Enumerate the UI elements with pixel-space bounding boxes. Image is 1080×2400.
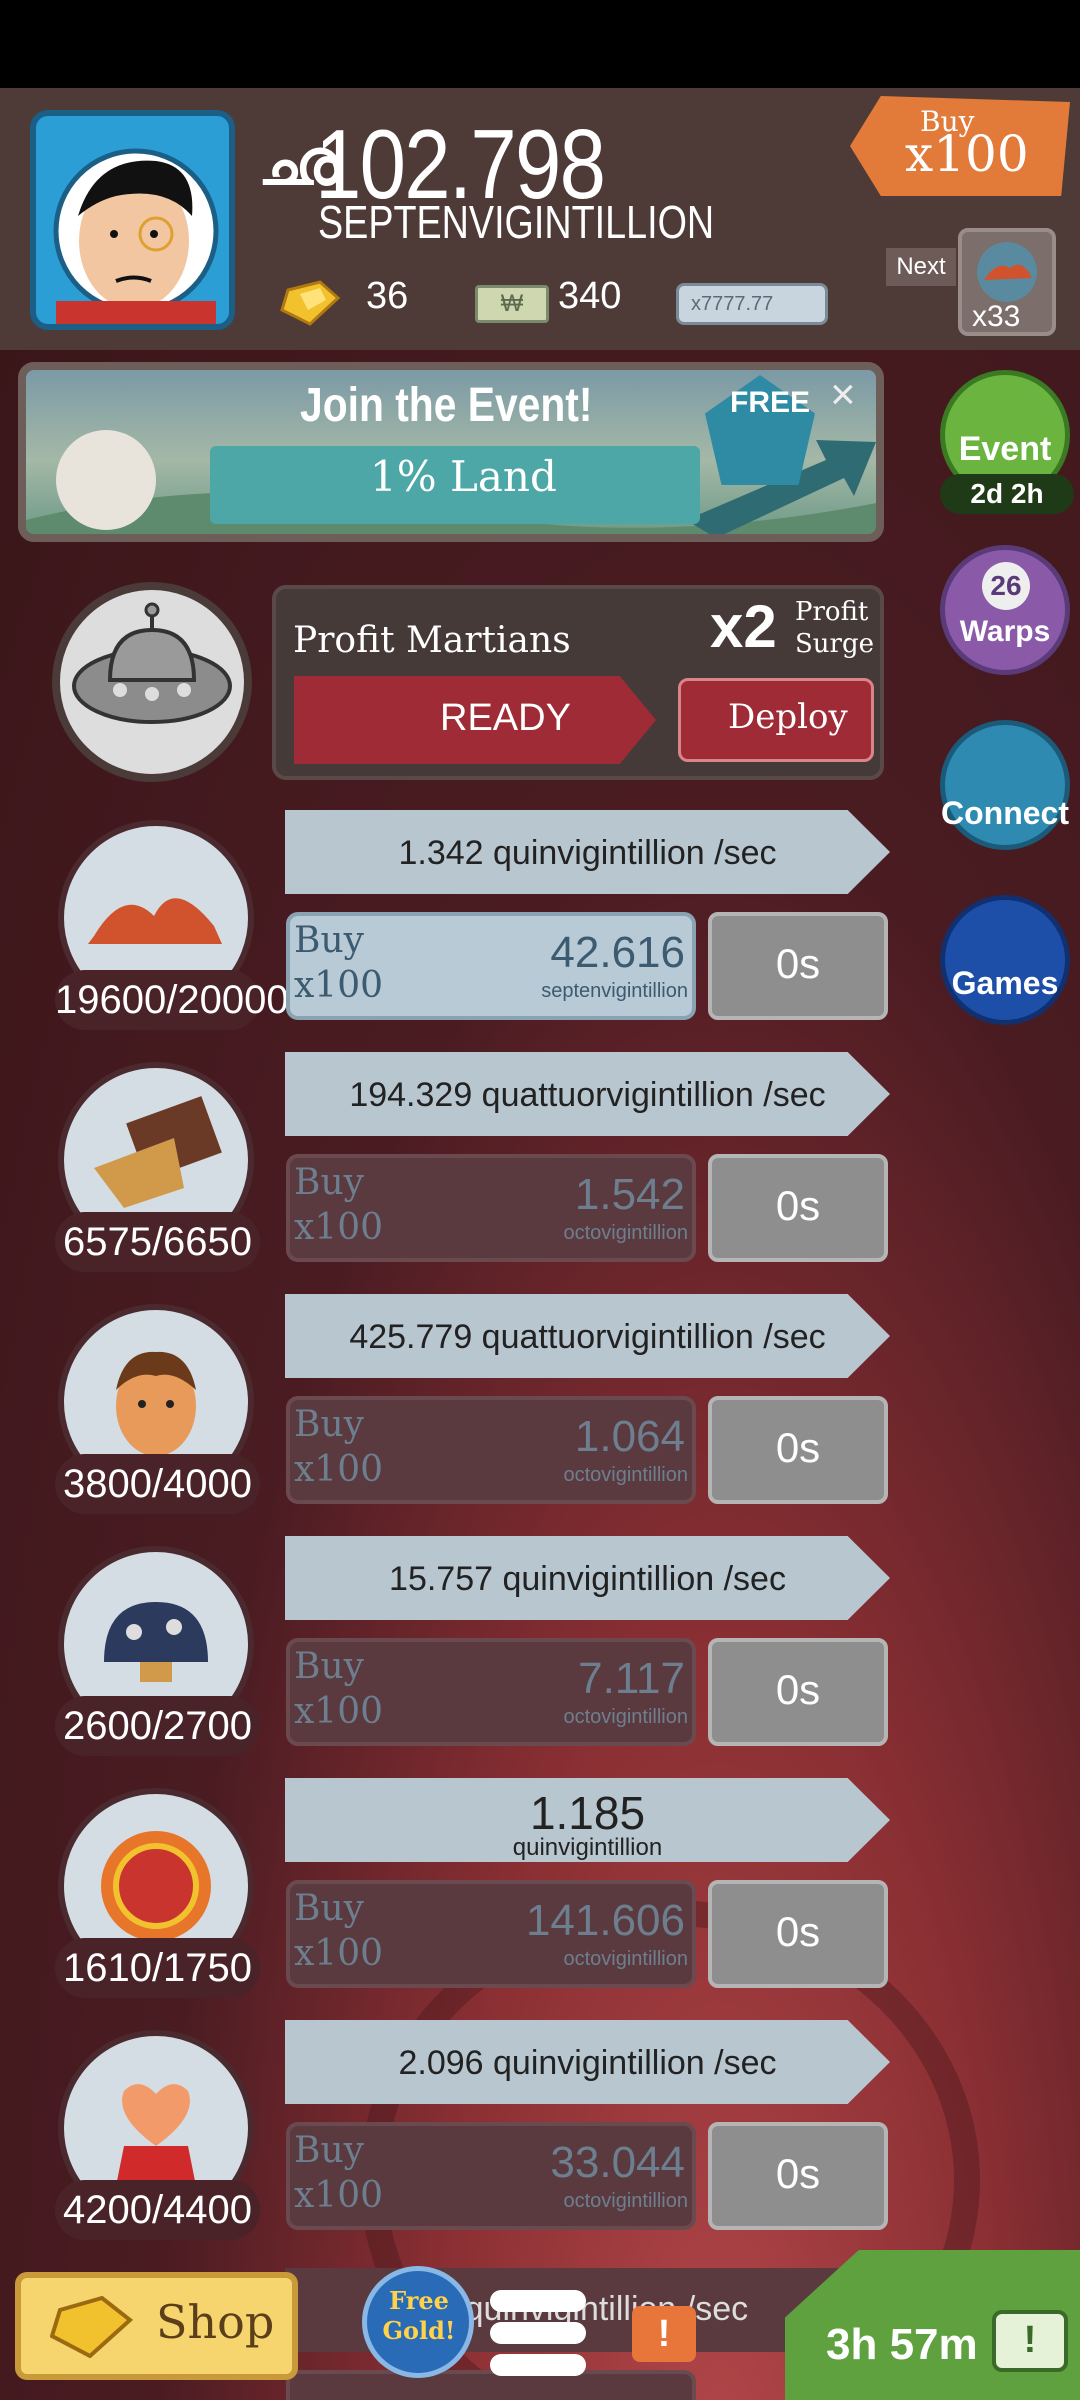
buy-label: Buy [294,920,364,961]
buy-cost: 33.044 [550,2138,685,2187]
buy-quantity: x100 [294,1933,384,1974]
buy-cost-unit: octovigintillion [563,1706,688,1728]
buy-label: Buy [294,2130,364,2171]
buy-quantity: x100 [294,965,384,1006]
free-badge-label: FREE [730,386,811,419]
warps-label: Warps [959,615,1051,648]
business-time: 0s [775,940,821,987]
money-unit: SEPTENVIGINTILLION [318,196,715,248]
megabucks-icon: ₩ [475,285,549,323]
status-bar [0,0,1080,88]
partial-buy-button[interactable] [286,2370,696,2400]
games-label: Games [951,965,1059,1001]
business-rate: 425.779 quattuorvigintillion /sec [349,1318,826,1356]
tv-ad-icon[interactable]: ! [992,2310,1068,2372]
business-rate: 2.096 quinvigintillion /sec [398,2044,777,2082]
business-owned-count: 1610/1750 [55,1938,260,1998]
martians-title: Profit Martians [293,620,571,661]
buy-label: Buy [294,1404,364,1445]
bill-value-badge[interactable]: x7777.77 [676,283,828,325]
martians-surge-label: Profit Surge [795,597,875,659]
business-owned-count: 3800/4000 [55,1454,260,1514]
event-progress-label: 1% Land [370,452,557,501]
business-rate-unit: quinvigintillion [512,1834,663,1861]
buy-cost-unit: octovigintillion [563,1222,688,1244]
buy-cost: 1.064 [574,1412,685,1461]
buy-cost-unit: septenvigintillion [541,980,688,1002]
business-rate: 1.342 quinvigintillion /sec [398,834,777,872]
business-owned-count: 19600/20000 [55,970,289,1030]
warps-count: 26 [982,562,1030,610]
buy-cost-unit: octovigintillion [563,1948,688,1970]
deploy-label: Deploy [728,697,848,737]
business-time: 0s [775,1424,821,1471]
business-time: 0s [775,2150,821,2197]
gold-count: 36 [366,275,409,317]
megabucks-count: 340 [558,275,622,317]
buy-cost: 141.606 [525,1896,685,1945]
business-owned-count: 6575/6650 [55,1212,260,1272]
buy-label: Buy [294,1646,364,1687]
games-button[interactable] [940,895,1070,1025]
buy-quantity: x100 [294,2175,384,2216]
gold-icon [49,2295,134,2359]
event-title: Join the Event! [300,379,593,432]
buy-label: Buy [294,1888,364,1929]
event-time-left: 2d 2h [940,474,1074,514]
buy-quantity: x100 [294,1207,384,1248]
next-label: Next [886,248,956,286]
buy-quantity: x100 [294,1691,384,1732]
business-rate: 194.329 quattuorvigintillion /sec [349,1076,826,1114]
martian-ufo-icon[interactable] [52,582,252,782]
buy-cost: 42.616 [550,928,685,977]
buy-cost: 7.117 [578,1654,685,1703]
martians-multiplier: x2 [710,593,777,660]
buy-cost-unit: octovigintillion [563,2190,688,2212]
timer-label: 3h 57m [826,2320,978,2369]
gold-icon [280,280,342,326]
ready-label: READY [440,697,571,739]
business-rate: 15.757 quinvigintillion /sec [389,1560,786,1598]
player-avatar[interactable] [30,110,235,330]
buy-label: Buy [294,1162,364,1203]
shop-label: Shop [156,2295,275,2349]
event-button-label: Event [958,430,1052,468]
business-owned-count: 2600/2700 [55,1696,260,1756]
buy-multiplier-value: x100 [905,125,1029,183]
buy-cost-unit: octovigintillion [563,1464,688,1486]
connect-label: Connect [941,795,1069,831]
business-time: 0s [775,1666,821,1713]
business-time: 0s [775,1908,821,1955]
buy-quantity: x100 [294,1449,384,1490]
business-owned-count: 4200/4400 [55,2180,260,2240]
buy-cost: 1.542 [574,1170,685,1219]
bill-value: x7777.77 [691,293,774,315]
business-rate-value: 1.185 [529,1787,646,1839]
business-time: 0s [775,1182,821,1229]
alert-button[interactable]: ! [632,2306,696,2362]
next-count: x33 [972,300,1021,333]
free-gold-label: Free Gold! [382,2286,456,2345]
close-icon[interactable]: × [830,370,856,420]
